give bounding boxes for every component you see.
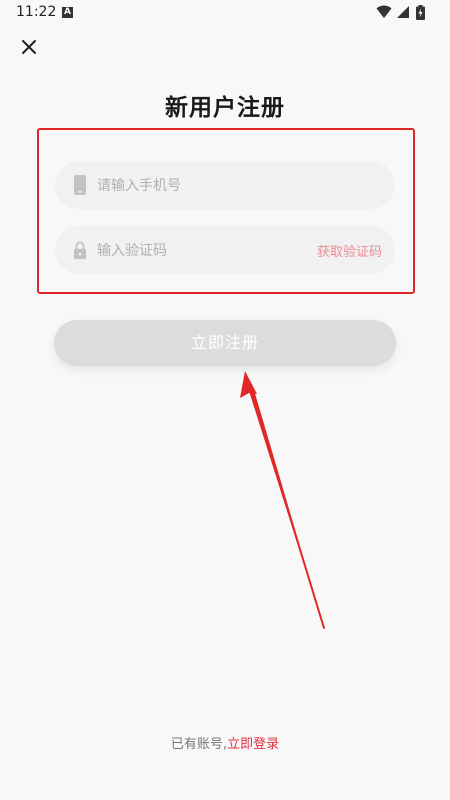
code-field[interactable]: 获取验证码 (55, 226, 395, 276)
close-icon (22, 40, 36, 54)
login-prompt: 已有账号,立即登录 (0, 733, 450, 752)
status-bar: 11:22 A (0, 0, 450, 26)
phone-field[interactable] (55, 161, 395, 211)
status-icons (376, 5, 436, 21)
wifi-icon (376, 5, 392, 18)
status-time: 11:22 (16, 4, 57, 20)
phone-icon (74, 175, 86, 195)
notification-icon: A (62, 7, 73, 18)
phone-input[interactable] (95, 161, 319, 211)
get-code-button[interactable]: 获取验证码 (317, 241, 382, 260)
battery-icon (416, 5, 425, 20)
code-input[interactable] (95, 226, 319, 276)
signal-icon (397, 6, 409, 18)
lock-icon (74, 241, 86, 259)
login-prompt-text: 已有账号, (170, 737, 228, 752)
page-title: 新用户注册 (165, 95, 285, 121)
register-button[interactable]: 立即注册 (54, 320, 396, 366)
login-link[interactable]: 立即登录 (227, 737, 279, 752)
close-button[interactable] (18, 36, 40, 58)
